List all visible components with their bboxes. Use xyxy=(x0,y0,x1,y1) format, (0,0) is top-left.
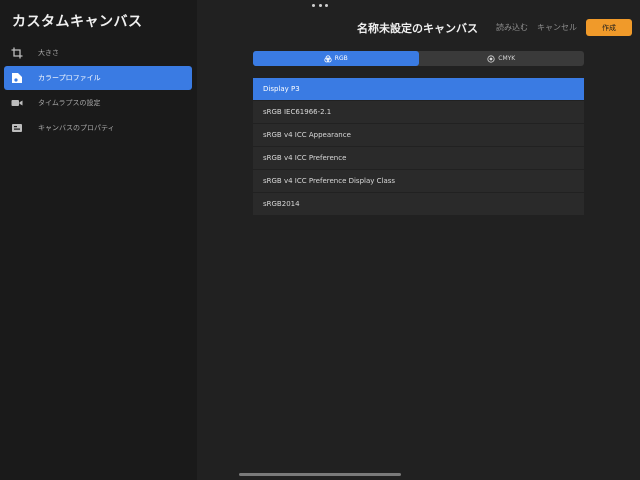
list-item[interactable]: sRGB v4 ICC Preference xyxy=(253,147,584,169)
segment-label: CMYK xyxy=(498,55,516,62)
sidebar: カスタムキャンバス 大きさ カラープロファイル タイムラプスの設定 キャンバスの… xyxy=(0,0,197,480)
cancel-button[interactable]: キャンセル xyxy=(537,22,577,33)
list-item[interactable]: sRGB v4 ICC Preference Display Class xyxy=(253,170,584,192)
create-button[interactable]: 作成 xyxy=(586,19,632,36)
import-button[interactable]: 読み込む xyxy=(496,22,528,33)
sidebar-item-timelapse[interactable]: タイムラプスの設定 xyxy=(4,91,192,115)
list-item[interactable]: sRGB v4 ICC Appearance xyxy=(253,124,584,146)
page-title: 名称未設定のキャンバス xyxy=(357,22,478,35)
sidebar-item-label: タイムラプスの設定 xyxy=(38,99,101,107)
list-item[interactable]: sRGB2014 xyxy=(253,193,584,215)
cmyk-circles-icon xyxy=(487,54,495,63)
sidebar-item-label: 大きさ xyxy=(38,49,59,57)
crop-icon xyxy=(10,46,24,60)
color-profile-icon xyxy=(10,71,24,85)
list-item[interactable]: Display P3 xyxy=(253,78,584,100)
segment-label: RGB xyxy=(334,55,348,62)
list-item[interactable]: sRGB IEC61966-2.1 xyxy=(253,101,584,123)
rgb-circles-icon xyxy=(324,54,332,63)
home-indicator[interactable] xyxy=(239,473,401,476)
color-mode-segmented-control: RGB CMYK xyxy=(253,51,584,66)
drag-handle[interactable] xyxy=(312,4,328,8)
sidebar-item-label: キャンバスのプロパティ xyxy=(38,124,115,132)
sidebar-item-color-profile[interactable]: カラープロファイル xyxy=(4,66,192,90)
main-panel xyxy=(197,0,640,480)
canvas-properties-icon xyxy=(10,121,24,135)
sidebar-item-label: カラープロファイル xyxy=(38,74,101,82)
sidebar-nav: 大きさ カラープロファイル タイムラプスの設定 キャンバスのプロパティ xyxy=(4,41,192,141)
segment-cmyk[interactable]: CMYK xyxy=(419,51,585,66)
segment-rgb[interactable]: RGB xyxy=(253,51,419,66)
sidebar-item-size[interactable]: 大きさ xyxy=(4,41,192,65)
app-title: カスタムキャンバス xyxy=(12,14,143,30)
video-camera-icon xyxy=(10,96,24,110)
profile-list: Display P3 sRGB IEC61966-2.1 sRGB v4 ICC… xyxy=(253,78,584,216)
sidebar-item-canvas-properties[interactable]: キャンバスのプロパティ xyxy=(4,116,192,140)
